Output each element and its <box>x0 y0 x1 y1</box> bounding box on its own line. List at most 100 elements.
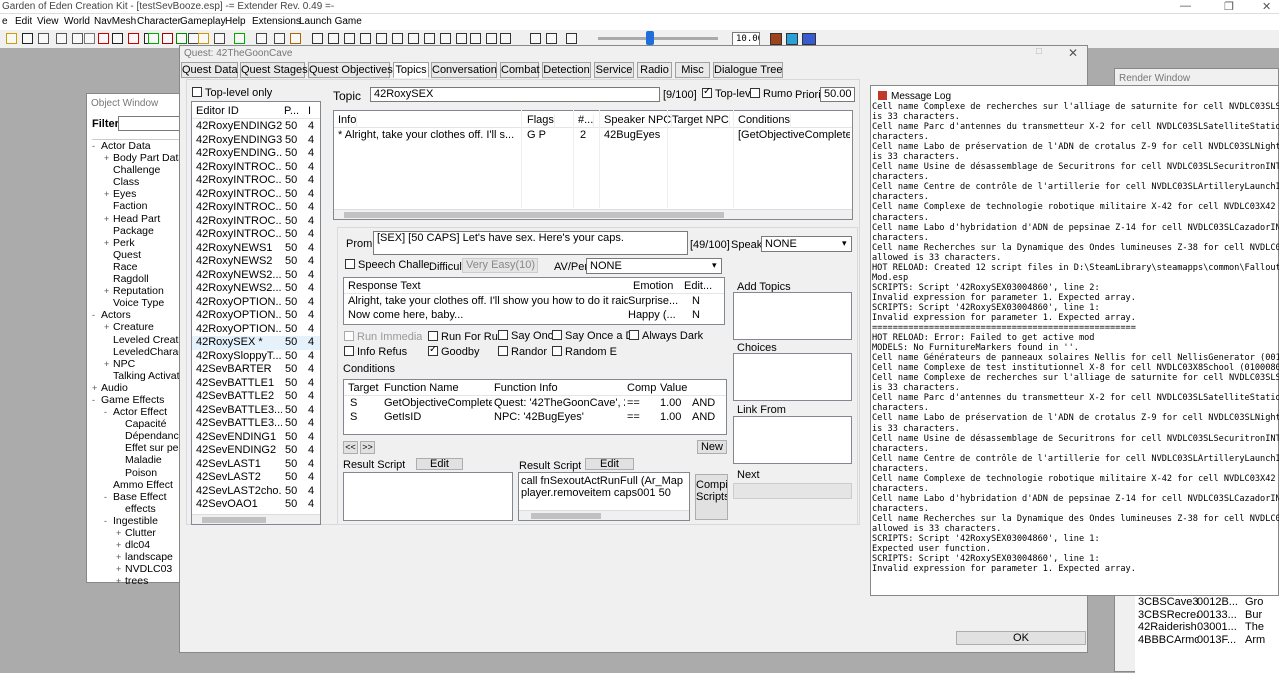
zoom-slider[interactable] <box>598 37 718 40</box>
cs-icon[interactable] <box>440 33 451 44</box>
flag-checkbox[interactable]: Info Refus <box>344 346 407 358</box>
result-script-begin[interactable] <box>343 472 513 521</box>
quest-close-icon[interactable]: ✕ <box>1068 46 1078 60</box>
flag-checkbox[interactable]: Say Once a D <box>552 330 633 342</box>
checkbox-box[interactable] <box>428 331 438 341</box>
tab-service[interactable]: Service <box>594 62 634 78</box>
response-col-edit[interactable]: Edit... <box>684 280 712 292</box>
expand-icon[interactable]: + <box>104 286 113 296</box>
prompt-input[interactable]: [SEX] [50 CAPS] Let's have sex. Here's y… <box>373 231 688 255</box>
color-swatch-icon[interactable] <box>770 33 782 45</box>
editor-list-hscroll[interactable] <box>192 514 320 524</box>
result-script-end-edit-button[interactable]: Edit <box>585 458 634 470</box>
tab-dialogue-tree[interactable]: Dialogue Tree <box>713 62 783 78</box>
topic-row[interactable]: 42SevLAST1 50 4 <box>192 458 320 472</box>
topic-row[interactable]: 42RoxyNEWS2... 50 4 <box>192 269 320 283</box>
speak-select[interactable]: NONE <box>761 236 852 252</box>
expand-icon[interactable]: + <box>116 576 125 584</box>
topic-row[interactable]: 42RoxyINTROC... 50 4 <box>192 215 320 229</box>
collapse-icon[interactable]: - <box>104 407 113 417</box>
expand-icon[interactable]: + <box>104 153 113 163</box>
expand-icon[interactable]: + <box>116 564 125 574</box>
checkbox-box[interactable] <box>498 330 508 340</box>
render-row[interactable]: 3CBSCave3 0012B... Gro <box>1135 596 1279 609</box>
menu-item[interactable]: Extensions <box>252 16 301 27</box>
topic-row[interactable]: 42SevOAO1 50 4 <box>192 498 320 512</box>
topic-row[interactable]: 42SevBATTLE1 50 4 <box>192 377 320 391</box>
tree-icon[interactable] <box>176 33 187 44</box>
topic-row[interactable]: 42RoxyNEWS1 50 4 <box>192 242 320 256</box>
checkbox-box[interactable] <box>192 87 202 97</box>
mem-icon[interactable] <box>546 33 557 44</box>
result-script-end[interactable]: call fnSexoutActRunFull (Ar_Map "Ac play… <box>518 472 690 521</box>
menu-item[interactable]: World <box>64 16 90 27</box>
topic-row[interactable]: 42RoxyOPTION... 50 4 <box>192 309 320 323</box>
tab-combat[interactable]: Combat <box>500 62 540 78</box>
info-col[interactable]: Target NPC <box>672 114 730 128</box>
collapse-icon[interactable]: - <box>104 516 113 526</box>
menu-item[interactable]: Gameplay <box>180 16 226 27</box>
expand-icon[interactable]: + <box>92 383 101 393</box>
gear-icon[interactable] <box>344 33 355 44</box>
flag-checkbox[interactable]: Always Dark <box>629 330 703 342</box>
topic-row[interactable]: 42SevBATTLE3... 50 4 <box>192 417 320 431</box>
condition-row[interactable]: S GetIsID NPC: '42BugEyes' == 1.00 AND <box>344 411 726 425</box>
checkbox-box[interactable] <box>750 88 760 98</box>
scroll-thumb[interactable] <box>344 212 724 218</box>
topic-row[interactable]: 42SevBATTLE3... 50 4 <box>192 404 320 418</box>
speech-challenge-checkbox[interactable]: Speech Challe <box>345 259 430 271</box>
topic-row[interactable]: 42RoxyOPTION... 50 4 <box>192 323 320 337</box>
ca-icon[interactable] <box>424 33 435 44</box>
priority-input[interactable]: 50.00 <box>820 87 855 102</box>
condition-col[interactable]: Function Name <box>384 382 459 394</box>
response-row[interactable]: Alright, take your clothes off. I'll sho… <box>344 295 724 309</box>
box-icon[interactable] <box>312 33 323 44</box>
checkbox-box[interactable] <box>629 330 639 340</box>
grid-icon[interactable] <box>112 33 123 44</box>
expand-icon[interactable]: + <box>104 189 113 199</box>
ok-button[interactable]: OK <box>956 631 1086 645</box>
render-row[interactable]: 42Raiderish 03001... The <box>1135 621 1279 634</box>
collapse-icon[interactable]: - <box>92 141 101 151</box>
box2-icon[interactable] <box>328 33 339 44</box>
topic-row[interactable]: 42SevBATTLE2 50 4 <box>192 390 320 404</box>
circle-icon[interactable] <box>360 33 371 44</box>
topic-row[interactable]: 42RoxyENDING... 50 4 <box>192 147 320 161</box>
sound-icon[interactable] <box>214 33 225 44</box>
topic-row[interactable]: 42SevENDING1 50 4 <box>192 431 320 445</box>
sky-icon[interactable] <box>802 33 816 45</box>
menu-item[interactable]: Launch Game <box>299 16 362 27</box>
topic-row[interactable]: 42RoxyNEWS2... 50 4 <box>192 282 320 296</box>
response-col-emotion[interactable]: Emotion <box>633 280 673 292</box>
maximize-icon[interactable]: ❐ <box>1224 0 1234 13</box>
toplevel-checkbox[interactable]: Top-lev <box>702 88 750 100</box>
topic-row[interactable]: 42SevENDING2 50 4 <box>192 444 320 458</box>
condition-col[interactable]: Comp <box>627 382 656 394</box>
page-icon[interactable] <box>38 33 49 44</box>
topic-row[interactable]: 42SevBARTER 50 4 <box>192 363 320 377</box>
condition-row[interactable]: S GetObjectiveCompleted Quest: '42TheGoonC… <box>344 397 726 411</box>
new-condition-button[interactable]: New <box>697 440 727 454</box>
choices-list[interactable] <box>733 353 852 401</box>
topic-row[interactable]: 42RoxyINTROC... 50 4 <box>192 161 320 175</box>
zoom-value-field[interactable]: 10.00 <box>732 32 760 46</box>
response-col-text[interactable]: Response Text <box>348 280 421 292</box>
flag-checkbox[interactable]: Random E <box>552 346 617 358</box>
avper-select[interactable]: NONE <box>586 258 722 274</box>
checkbox-box[interactable] <box>552 330 562 340</box>
topic-input[interactable]: 42RoxySEX <box>370 87 660 102</box>
info-col[interactable]: #... <box>578 114 595 128</box>
topic-row[interactable]: 42RoxyENDING3 50 4 <box>192 134 320 148</box>
topic-row[interactable]: 42SevLAST2cho... 50 4 <box>192 485 320 499</box>
open-icon[interactable] <box>6 33 17 44</box>
collapse-icon[interactable]: - <box>92 310 101 320</box>
condition-col[interactable]: Target <box>348 382 379 394</box>
collapse-icon[interactable]: - <box>92 395 101 405</box>
quest-maximize-icon[interactable]: □ <box>1036 46 1042 57</box>
lightbulb-icon[interactable] <box>198 33 209 44</box>
expand-icon[interactable]: + <box>104 322 113 332</box>
tab-misc[interactable]: Misc <box>675 62 710 78</box>
render-row[interactable]: 3CBSRecreatio...00133... Bur <box>1135 608 1279 621</box>
result-script-edit-button[interactable]: Edit <box>416 458 463 470</box>
topic-row[interactable]: 42RoxySloppyT... 50 4 <box>192 350 320 364</box>
